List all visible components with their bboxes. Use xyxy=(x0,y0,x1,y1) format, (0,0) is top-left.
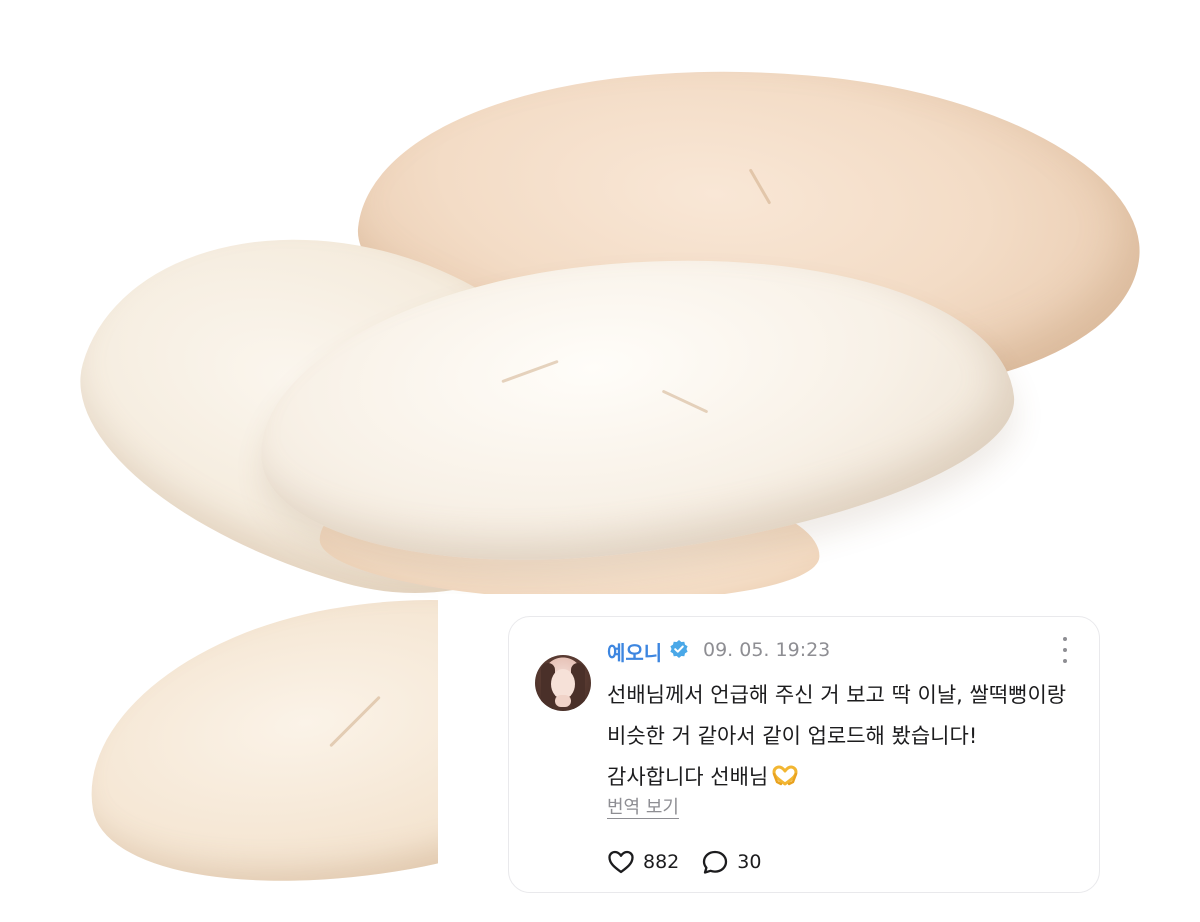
comment-button[interactable]: 30 xyxy=(701,849,761,875)
translate-link[interactable]: 번역 보기 xyxy=(607,793,679,819)
comment-line: 선배님께서 언급해 주신 거 보고 딱 이날, 쌀떡뻥이랑 xyxy=(607,683,1067,707)
comment-line: 감사합니다 선배님 xyxy=(607,765,769,789)
comment-line: 비슷한 거 같아서 같이 업로드해 봤습니다! xyxy=(607,724,978,748)
action-bar: 882 30 xyxy=(607,849,761,875)
verified-badge-icon xyxy=(670,640,688,658)
author-name[interactable]: 예오니 xyxy=(607,637,662,666)
heart-outline-icon xyxy=(608,850,634,874)
comment-count: 30 xyxy=(737,851,762,873)
post-timestamp: 09. 05. 19:23 xyxy=(703,639,831,661)
more-vertical-icon[interactable] xyxy=(1061,637,1069,663)
comment-line-last: 감사합니다 선배님 xyxy=(607,757,1087,798)
comment-body: 선배님께서 언급해 주신 거 보고 딱 이날, 쌀떡뻥이랑 비슷한 거 같아서 … xyxy=(607,675,1087,798)
like-count: 882 xyxy=(643,851,680,873)
heart-hands-emoji xyxy=(772,765,798,786)
like-button[interactable]: 882 xyxy=(607,849,679,875)
comment-card-backdrop: 예오니 09. 05. 19:23 선배님께서 언급해 주신 거 보고 딱 이날… xyxy=(438,594,1200,900)
comment-card: 예오니 09. 05. 19:23 선배님께서 언급해 주신 거 보고 딱 이날… xyxy=(508,616,1100,893)
speech-bubble-icon xyxy=(703,850,728,874)
avatar[interactable] xyxy=(535,655,591,711)
